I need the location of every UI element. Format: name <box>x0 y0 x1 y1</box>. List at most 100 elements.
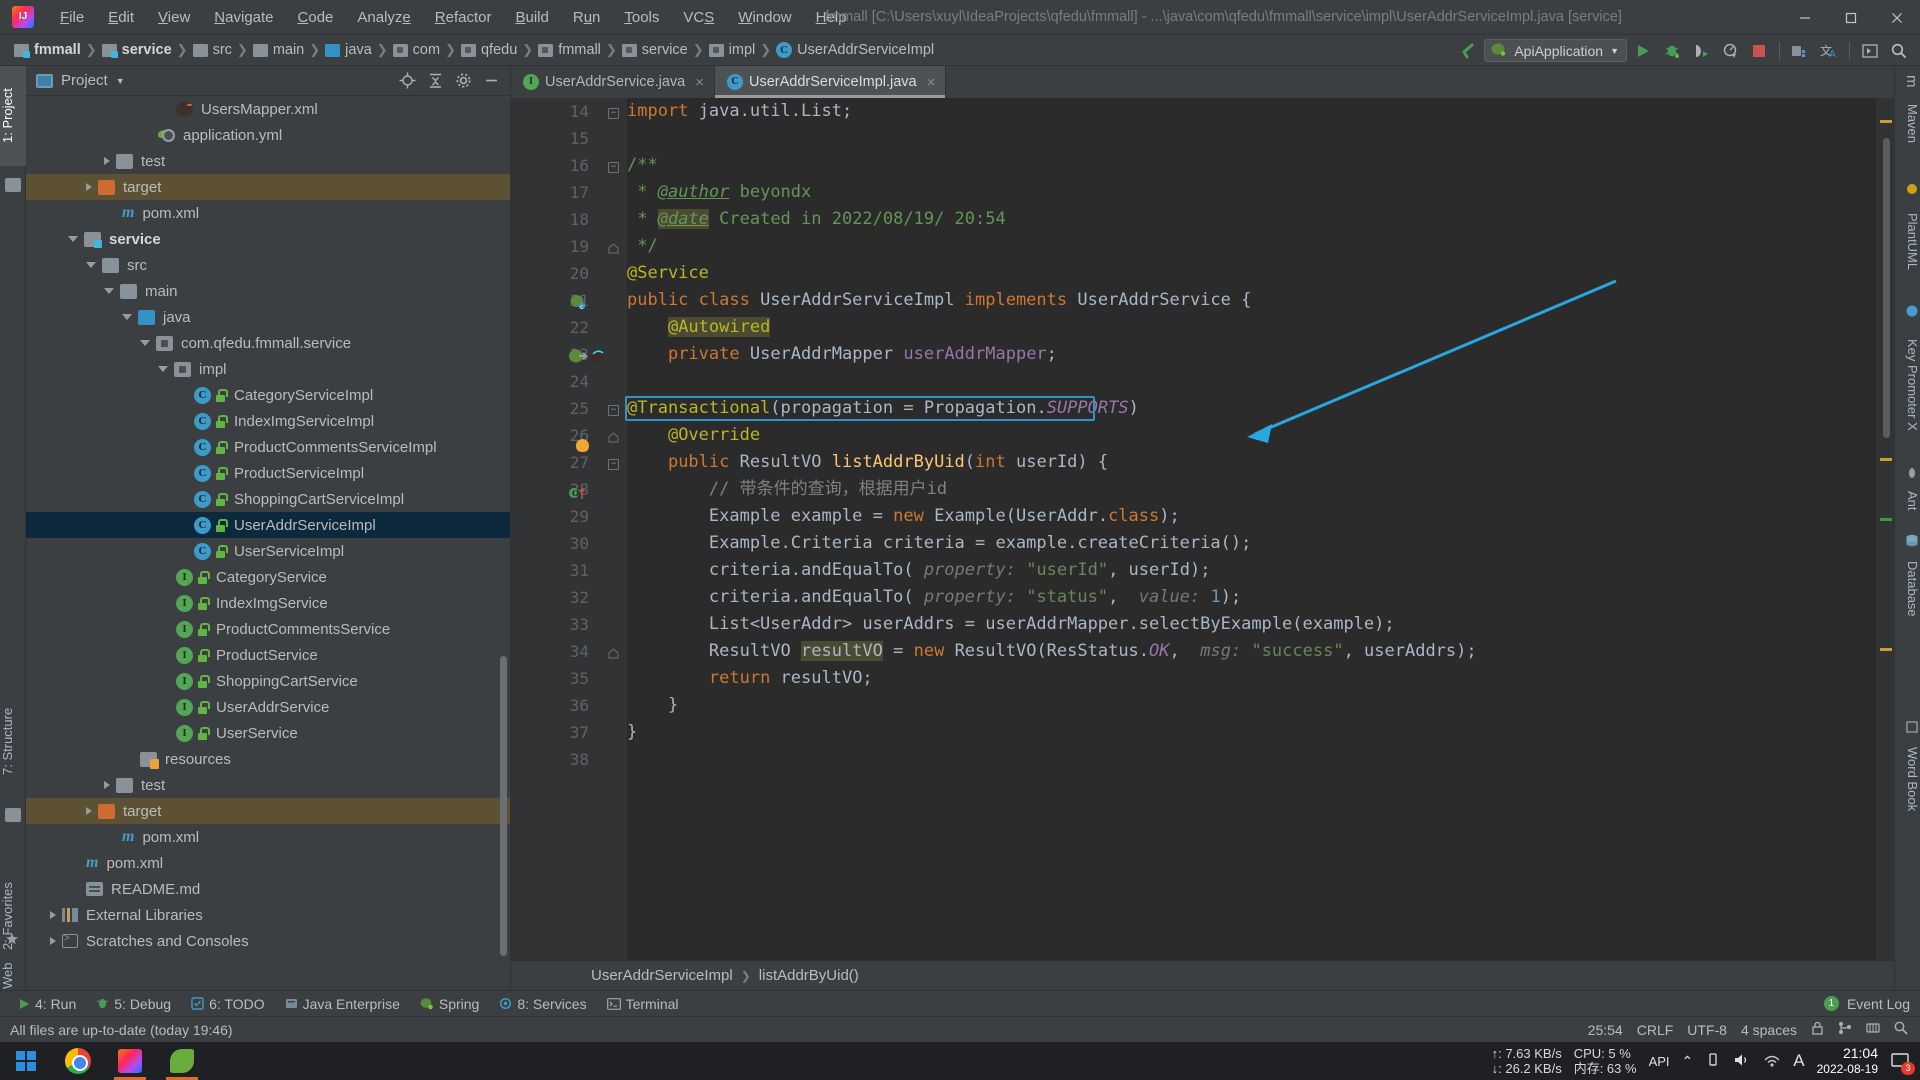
code-line[interactable]: 27 public ResultVO listAddrByUid(int use… <box>511 449 1894 476</box>
tree-node[interactable]: target <box>26 798 510 824</box>
code-line[interactable]: 17 * @author beyondx <box>511 179 1894 206</box>
tree-node[interactable]: Scratches and Consoles <box>26 928 510 954</box>
bottom-tab-java-enterprise[interactable]: Java Enterprise <box>277 994 408 1014</box>
collapse-all-icon[interactable] <box>424 70 446 92</box>
breadcrumb-item-class[interactable]: C UserAddrServiceImpl <box>776 42 934 58</box>
input-method-icon[interactable]: A <box>1793 1051 1804 1071</box>
collapse-arrow-icon[interactable] <box>122 314 132 320</box>
menu-item-edit[interactable]: Edit <box>96 5 146 30</box>
code-line[interactable]: 21public class UserAddrServiceImpl imple… <box>511 287 1894 314</box>
close-icon[interactable]: × <box>695 74 704 91</box>
code-line[interactable]: 38 <box>511 746 1894 773</box>
volume-icon[interactable] <box>1733 1052 1751 1071</box>
tree-node[interactable]: resources <box>26 746 510 772</box>
tree-node[interactable]: test <box>26 148 510 174</box>
branch-icon[interactable] <box>1838 1021 1852 1038</box>
code-line[interactable]: 23 private UserAddrMapper userAddrMapper… <box>511 341 1894 368</box>
tree-node[interactable]: application.yml <box>26 122 510 148</box>
file-encoding[interactable]: UTF-8 <box>1687 1022 1727 1038</box>
back-arrow-icon[interactable] <box>1455 38 1481 63</box>
code-line[interactable]: 20 @Service <box>511 260 1894 287</box>
database-icon[interactable] <box>1894 528 1920 547</box>
tree-node[interactable]: C UserServiceImpl <box>26 538 510 564</box>
event-log-label[interactable]: Event Log <box>1847 996 1910 1012</box>
navicat-taskbar-button[interactable] <box>156 1042 208 1080</box>
stripe-mark-warning[interactable] <box>1880 458 1892 461</box>
expand-arrow-icon[interactable] <box>50 937 56 945</box>
project-structure-button[interactable] <box>1787 38 1813 63</box>
tree-node[interactable]: impl <box>26 356 510 382</box>
inspection-icon[interactable] <box>1894 1021 1908 1038</box>
notification-button[interactable]: 3 <box>1890 1050 1915 1075</box>
menu-item-window[interactable]: Window <box>726 5 803 30</box>
tree-node[interactable]: External Libraries <box>26 902 510 928</box>
tree-node[interactable]: service <box>26 226 510 252</box>
translate-button[interactable]: 文A <box>1816 38 1842 63</box>
ant-tab[interactable]: Ant <box>1894 480 1920 522</box>
stripe-mark-info[interactable] <box>1880 518 1892 521</box>
fold-icon-method-body[interactable]: − <box>608 459 619 470</box>
chevron-down-icon[interactable]: ▼ <box>1610 46 1619 56</box>
word-book-tab[interactable]: Word Book <box>1894 734 1920 824</box>
plantuml-icon[interactable] <box>1894 176 1920 194</box>
collapse-arrow-icon[interactable] <box>140 340 150 346</box>
expand-arrow-icon[interactable] <box>104 781 110 789</box>
code-line[interactable]: 31 criteria.andEqualTo( property: "userI… <box>511 557 1894 584</box>
editor-tab-useraddrservice[interactable]: I UserAddrService.java × <box>511 66 715 98</box>
code-line[interactable]: 15 <box>511 125 1894 152</box>
spring-bean-gutter-icon[interactable]: c <box>569 293 589 313</box>
menu-item-file[interactable]: File <box>48 5 96 30</box>
database-tab[interactable]: Database <box>1894 548 1920 630</box>
fold-icon-method[interactable]: − <box>608 405 619 416</box>
expand-arrow-icon[interactable] <box>86 807 92 815</box>
breadcrumb-item-main[interactable]: main <box>252 42 304 58</box>
menu-item-code[interactable]: Code <box>286 5 346 30</box>
chevron-down-icon[interactable]: ▼ <box>116 76 125 86</box>
breadcrumb-item-fmmall[interactable]: fmmall <box>14 42 81 58</box>
chrome-taskbar-button[interactable] <box>52 1042 104 1080</box>
tree-node[interactable]: I IndexImgService <box>26 590 510 616</box>
tree-node[interactable]: I UserService <box>26 720 510 746</box>
menu-item-refactor[interactable]: Refactor <box>423 5 504 30</box>
locate-icon[interactable] <box>396 70 418 92</box>
expand-arrow-icon[interactable] <box>104 157 110 165</box>
indent-setting[interactable]: 4 spaces <box>1741 1022 1797 1038</box>
run-with-coverage-button[interactable] <box>1688 38 1714 63</box>
breadcrumb-item-fmmall-pkg[interactable]: fmmall <box>538 42 601 58</box>
profile-button[interactable] <box>1717 38 1743 63</box>
code-line[interactable]: 22 @Autowired <box>511 314 1894 341</box>
close-icon[interactable]: × <box>927 74 936 91</box>
breadcrumb-item-qfedu[interactable]: qfedu <box>460 42 517 58</box>
code-editor[interactable]: 14 import java.util.List; 15 16 /** 17 * @aut… <box>511 98 1894 990</box>
tree-node[interactable]: C IndexImgServiceImpl <box>26 408 510 434</box>
intention-bulb-icon[interactable] <box>576 439 589 452</box>
bottom-tab-spring[interactable]: Spring <box>412 994 487 1014</box>
code-line[interactable]: 36 } <box>511 692 1894 719</box>
network-speed-indicator[interactable]: ↑: 7.63 KB/s ↓: 26.2 KB/s <box>1492 1046 1562 1076</box>
bottom-tab-run[interactable]: 4: Run <box>10 994 84 1014</box>
collapse-arrow-icon[interactable] <box>86 262 96 268</box>
tree-node[interactable]: I UserAddrService <box>26 694 510 720</box>
collapse-arrow-icon[interactable] <box>68 236 78 242</box>
tree-node[interactable]: m pom.xml <box>26 824 510 850</box>
hide-icon[interactable] <box>480 70 502 92</box>
code-line[interactable]: 29 Example example = new Example(UserAdd… <box>511 503 1894 530</box>
code-line[interactable]: 24 <box>511 368 1894 395</box>
memory-icon[interactable] <box>1866 1021 1880 1038</box>
menu-item-build[interactable]: Build <box>503 5 560 30</box>
editor-breadcrumb-class[interactable]: UserAddrServiceImpl <box>591 967 733 984</box>
code-line[interactable]: 32 criteria.andEqualTo( property: "statu… <box>511 584 1894 611</box>
breadcrumb-item-service-module[interactable]: service <box>101 42 172 58</box>
tree-node[interactable]: C ShoppingCartServiceImpl <box>26 486 510 512</box>
project-tree-scrollbar[interactable] <box>500 656 507 956</box>
tree-node[interactable]: README.md <box>26 876 510 902</box>
tree-node[interactable]: UsersMapper.xml <box>26 96 510 122</box>
expand-arrow-icon[interactable] <box>50 911 56 919</box>
plantuml-tab[interactable]: PlantUML <box>1894 194 1920 290</box>
tree-node[interactable]: m pom.xml <box>26 200 510 226</box>
debug-button[interactable] <box>1659 38 1685 63</box>
idea-taskbar-button[interactable] <box>104 1042 156 1080</box>
ant-icon[interactable] <box>1894 460 1920 478</box>
bottom-tab-debug[interactable]: 5: Debug <box>88 994 179 1014</box>
stripe-mark-warning[interactable] <box>1880 648 1892 651</box>
